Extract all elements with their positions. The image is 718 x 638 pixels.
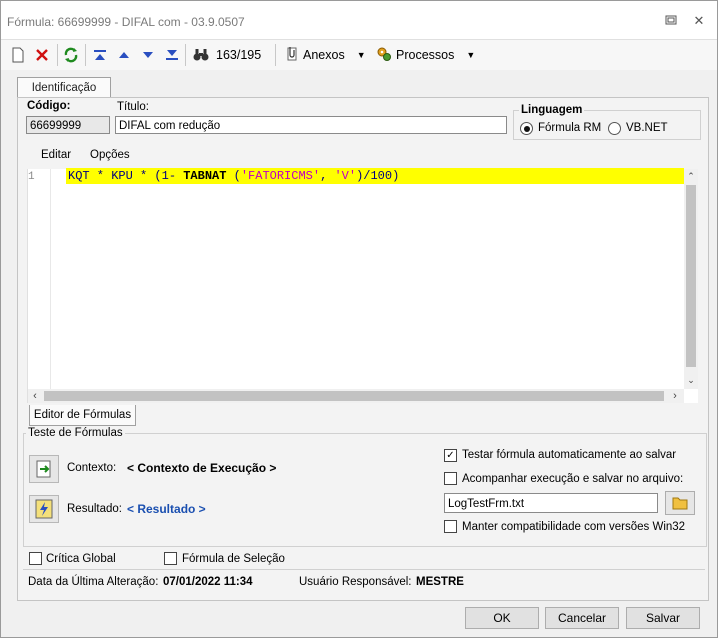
- title-bar: Fórmula: 66699999 - DIFAL com - 03.9.050…: [1, 1, 717, 39]
- language-label: Linguagem: [519, 104, 585, 116]
- follow-label: Acompanhar execução e salvar no arquivo:: [462, 473, 684, 485]
- vbnet-radio[interactable]: [608, 122, 621, 135]
- code-line: KQT * KPU * (1- TABNAT ('FATORICMS', 'V'…: [68, 169, 399, 183]
- editor-gutter: [50, 169, 51, 389]
- line-number: 1: [28, 171, 35, 183]
- code-token: KQT * KPU * (1-: [68, 169, 184, 183]
- scroll-up-icon[interactable]: ⌃: [684, 169, 698, 183]
- follow-checkbox[interactable]: [444, 472, 457, 485]
- context-button[interactable]: [29, 455, 59, 483]
- code-editor[interactable]: 1 KQT * KPU * (1- TABNAT ('FATORICMS', '…: [27, 168, 698, 403]
- scroll-thumb-vertical[interactable]: [686, 185, 696, 367]
- title-field[interactable]: DIFAL com redução: [115, 116, 507, 134]
- last-change-label: Data da Última Alteração:: [28, 576, 159, 588]
- formula-rm-radio[interactable]: [520, 122, 533, 135]
- refresh-icon[interactable]: [63, 45, 79, 65]
- scroll-right-icon[interactable]: ›: [668, 389, 682, 403]
- gears-icon: [376, 46, 392, 65]
- divider: [23, 569, 705, 570]
- lightning-icon: [35, 499, 53, 519]
- attachment-icon: [285, 46, 299, 65]
- last-change-value: 07/01/2022 11:34: [163, 576, 253, 588]
- chevron-down-icon: ▼: [356, 50, 366, 60]
- toolbar-separator: [85, 44, 86, 66]
- menu-opcoes[interactable]: Opções: [90, 149, 130, 161]
- auto-test-label: Testar fórmula automaticamente ao salvar: [462, 449, 677, 461]
- formula-window: Fórmula: 66699999 - DIFAL com - 03.9.050…: [0, 0, 718, 638]
- attachments-menu[interactable]: Anexos ▼: [285, 45, 366, 65]
- save-button[interactable]: Salvar: [626, 607, 700, 629]
- processes-label: Processos: [396, 48, 455, 62]
- attachments-label: Anexos: [303, 48, 345, 62]
- code-field: 66699999: [26, 116, 110, 134]
- formula-rm-label: Fórmula RM: [538, 122, 602, 134]
- last-icon[interactable]: [165, 45, 179, 65]
- ok-button[interactable]: OK: [465, 607, 539, 629]
- close-icon[interactable]: ✕: [689, 11, 709, 31]
- user-label: Usuário Responsável:: [299, 576, 412, 588]
- compat-label: Manter compatibilidade com versões Win32: [462, 521, 686, 533]
- code-token: (: [226, 169, 241, 183]
- compat-checkbox[interactable]: [444, 520, 457, 533]
- next-icon[interactable]: [141, 45, 155, 65]
- scroll-thumb-horizontal[interactable]: [44, 391, 664, 401]
- result-label: Resultado:: [67, 503, 122, 515]
- critical-label: Crítica Global: [46, 553, 116, 565]
- horizontal-scrollbar[interactable]: ‹ ›: [28, 389, 684, 403]
- new-icon[interactable]: [11, 45, 25, 65]
- binoculars-icon[interactable]: [193, 45, 209, 65]
- record-position: 163/195: [216, 48, 262, 62]
- delete-icon[interactable]: [35, 45, 49, 65]
- code-token: 'FATORICMS': [240, 169, 321, 183]
- auto-test-checkbox[interactable]: ✓: [444, 449, 457, 462]
- menu-editar[interactable]: Editar: [41, 149, 71, 161]
- log-file-field[interactable]: LogTestFrm.txt: [444, 493, 658, 513]
- toolbar-separator: [185, 44, 186, 66]
- context-label: Contexto:: [67, 462, 117, 474]
- restore-icon[interactable]: [661, 11, 681, 31]
- first-icon[interactable]: [93, 45, 107, 65]
- result-button[interactable]: [29, 495, 59, 523]
- test-label: Teste de Fórmulas: [26, 427, 125, 439]
- toolbar-separator: [275, 44, 276, 66]
- user-value: MESTRE: [416, 576, 464, 588]
- toolbar: 163/195 Anexos ▼ Processos ▼: [1, 39, 717, 70]
- window-title: Fórmula: 66699999 - DIFAL com - 03.9.050…: [7, 15, 245, 29]
- code-label: Código:: [27, 100, 71, 112]
- critical-checkbox[interactable]: [29, 552, 42, 565]
- cancel-button[interactable]: Cancelar: [545, 607, 619, 629]
- code-token: TABNAT: [183, 169, 227, 183]
- tab-identification[interactable]: Identificação: [17, 77, 111, 98]
- context-value[interactable]: < Contexto de Execução >: [127, 461, 276, 475]
- context-icon: [36, 460, 51, 478]
- selection-label: Fórmula de Seleção: [182, 553, 285, 565]
- title-label: Título:: [117, 101, 149, 113]
- selection-checkbox[interactable]: [164, 552, 177, 565]
- scroll-left-icon[interactable]: ‹: [28, 389, 42, 403]
- processes-menu[interactable]: Processos ▼: [376, 45, 475, 65]
- vertical-scrollbar[interactable]: ⌃ ⌄: [684, 169, 698, 389]
- previous-icon[interactable]: [117, 45, 131, 65]
- code-token: 'V': [334, 169, 357, 183]
- vbnet-label: VB.NET: [626, 122, 668, 134]
- chevron-down-icon: ▼: [466, 50, 476, 60]
- result-value[interactable]: < Resultado >: [127, 502, 206, 516]
- toolbar-separator: [57, 44, 58, 66]
- code-token: ,: [320, 169, 335, 183]
- code-token: )/100): [356, 169, 400, 183]
- folder-icon: [672, 497, 688, 510]
- tab-formula-editor[interactable]: Editor de Fórmulas: [29, 405, 136, 426]
- browse-button[interactable]: [665, 491, 695, 515]
- scroll-down-icon[interactable]: ⌄: [684, 373, 698, 387]
